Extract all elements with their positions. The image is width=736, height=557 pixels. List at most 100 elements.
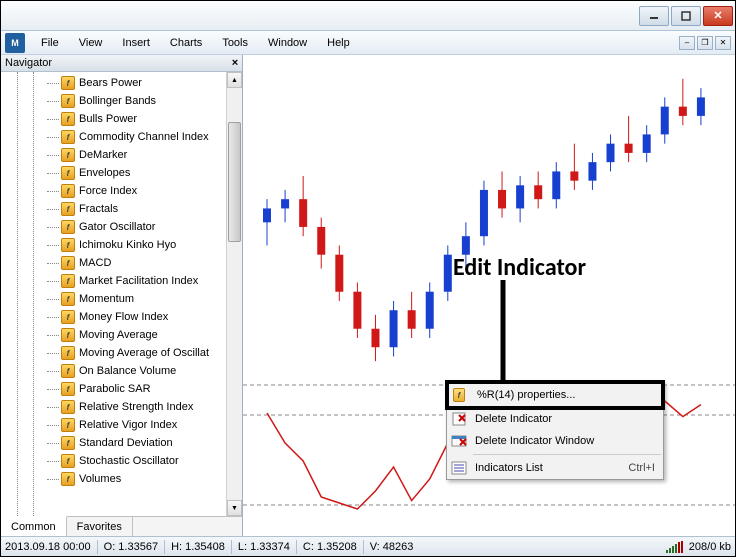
indicator-item[interactable]: f Momentum [61, 290, 242, 308]
indicator-label: Volumes [79, 473, 121, 485]
indicator-label: Relative Strength Index [79, 401, 193, 413]
minimize-button[interactable] [639, 6, 669, 26]
scrollbar[interactable]: ▲ ▼ [226, 72, 242, 516]
indicator-item[interactable]: f Ichimoku Kinko Hyo [61, 236, 242, 254]
indicator-icon: f [61, 382, 75, 396]
navigator-tabs: Common Favorites [1, 516, 242, 536]
indicator-label: Commodity Channel Index [79, 131, 209, 143]
properties-icon: f [453, 387, 469, 403]
indicator-label: Bulls Power [79, 113, 137, 125]
status-high: H: 1.35408 [171, 541, 225, 553]
mdi-close-button[interactable]: ✕ [715, 36, 731, 50]
navigator-close-button[interactable]: × [228, 57, 242, 69]
app-icon: M [5, 33, 25, 53]
indicator-icon: f [61, 112, 75, 126]
indicator-icon: f [61, 148, 75, 162]
scroll-down-button[interactable]: ▼ [227, 500, 242, 516]
indicator-label: Stochastic Oscillator [79, 455, 179, 467]
navigator-tree[interactable]: fBears PowerfBollinger BandsfBulls Power… [1, 72, 242, 516]
indicator-icon: f [61, 364, 75, 378]
indicator-item[interactable]: f Market Facilitation Index [61, 272, 242, 290]
navigator-title: Navigator [5, 57, 52, 69]
navigator-panel: Navigator × fBears PowerfBollinger Bands… [1, 55, 243, 536]
indicator-label: Standard Deviation [79, 437, 173, 449]
indicator-item[interactable]: f Force Index [61, 182, 242, 200]
indicator-item[interactable]: fBears Power [61, 74, 242, 92]
indicator-item[interactable]: f Parabolic SAR [61, 380, 242, 398]
indicator-item[interactable]: fMoving Average [61, 326, 242, 344]
indicator-icon: f [61, 346, 75, 360]
indicator-item[interactable]: f Envelopes [61, 164, 242, 182]
indicator-item[interactable]: f Standard Deviation [61, 434, 242, 452]
indicator-item[interactable]: f Gator Oscillator [61, 218, 242, 236]
indicators-list-icon [451, 460, 467, 476]
close-button[interactable]: ✕ [703, 6, 733, 26]
indicator-label: Moving Average of Oscillat [79, 347, 209, 359]
menu-window[interactable]: Window [258, 33, 317, 53]
tab-favorites[interactable]: Favorites [67, 517, 133, 536]
status-low: L: 1.33374 [238, 541, 290, 553]
indicator-label: Momentum [79, 293, 134, 305]
indicator-item[interactable]: fFractals [61, 200, 242, 218]
ctx-delete-indicator[interactable]: Delete Indicator [447, 408, 663, 430]
indicator-item[interactable]: fMACD [61, 254, 242, 272]
indicator-label: Envelopes [79, 167, 130, 179]
indicator-label: Force Index [79, 185, 137, 197]
status-open: O: 1.33567 [104, 541, 158, 553]
menubar: M File View Insert Charts Tools Window H… [1, 31, 735, 55]
indicator-label: Market Facilitation Index [79, 275, 198, 287]
mdi-restore-button[interactable]: ❐ [697, 36, 713, 50]
status-volume: V: 48263 [370, 541, 414, 553]
ctx-indicators-list[interactable]: Indicators List Ctrl+I [447, 457, 663, 479]
ctx-properties[interactable]: f %R(14) properties... [449, 384, 661, 406]
menu-tools[interactable]: Tools [212, 33, 258, 53]
indicator-label: Parabolic SAR [79, 383, 151, 395]
indicator-item[interactable]: fVolumes [61, 470, 242, 488]
status-close: C: 1.35208 [303, 541, 357, 553]
indicator-icon: f [61, 238, 75, 252]
scroll-thumb[interactable] [228, 122, 241, 242]
indicator-item[interactable]: f Bulls Power [61, 110, 242, 128]
indicator-icon: f [61, 130, 75, 144]
delete-window-icon [451, 433, 467, 449]
indicator-item[interactable]: f Moving Average of Oscillat [61, 344, 242, 362]
maximize-button[interactable] [671, 6, 701, 26]
app-window: ✕ M File View Insert Charts Tools Window… [0, 0, 736, 557]
indicator-label: DeMarker [79, 149, 127, 161]
indicator-label: Bollinger Bands [79, 95, 156, 107]
indicator-item[interactable]: fOn Balance Volume [61, 362, 242, 380]
indicator-icon: f [61, 436, 75, 450]
scroll-up-button[interactable]: ▲ [227, 72, 242, 88]
indicator-item[interactable]: f Commodity Channel Index [61, 128, 242, 146]
menu-charts[interactable]: Charts [160, 33, 212, 53]
tab-common[interactable]: Common [1, 516, 67, 536]
indicator-icon: f [61, 418, 75, 432]
chart-area[interactable]: Edit Indicator f %R(14) properties... De… [243, 55, 735, 536]
indicator-item[interactable]: fMoney Flow Index [61, 308, 242, 326]
indicator-icon: f [61, 220, 75, 234]
indicator-icon: f [61, 328, 75, 342]
indicator-item[interactable]: fStochastic Oscillator [61, 452, 242, 470]
indicator-icon: f [61, 310, 75, 324]
indicator-label: Gator Oscillator [79, 221, 155, 233]
indicator-icon: f [61, 94, 75, 108]
indicator-icon: f [61, 202, 75, 216]
menu-view[interactable]: View [69, 33, 113, 53]
delete-indicator-icon [451, 411, 467, 427]
indicator-item[interactable]: f Relative Strength Index [61, 398, 242, 416]
indicator-icon: f [61, 274, 75, 288]
menu-insert[interactable]: Insert [112, 33, 160, 53]
indicator-label: Bears Power [79, 77, 142, 89]
menu-file[interactable]: File [31, 33, 69, 53]
indicator-item[interactable]: f Bollinger Bands [61, 92, 242, 110]
indicator-label: Ichimoku Kinko Hyo [79, 239, 176, 251]
mdi-minimize-button[interactable]: – [679, 36, 695, 50]
indicator-icon: f [61, 292, 75, 306]
indicator-icon: f [61, 166, 75, 180]
indicator-item[interactable]: fRelative Vigor Index [61, 416, 242, 434]
ctx-delete-window[interactable]: Delete Indicator Window [447, 430, 663, 452]
indicator-icon: f [61, 184, 75, 198]
menu-help[interactable]: Help [317, 33, 360, 53]
indicator-item[interactable]: f DeMarker [61, 146, 242, 164]
indicator-icon: f [61, 400, 75, 414]
